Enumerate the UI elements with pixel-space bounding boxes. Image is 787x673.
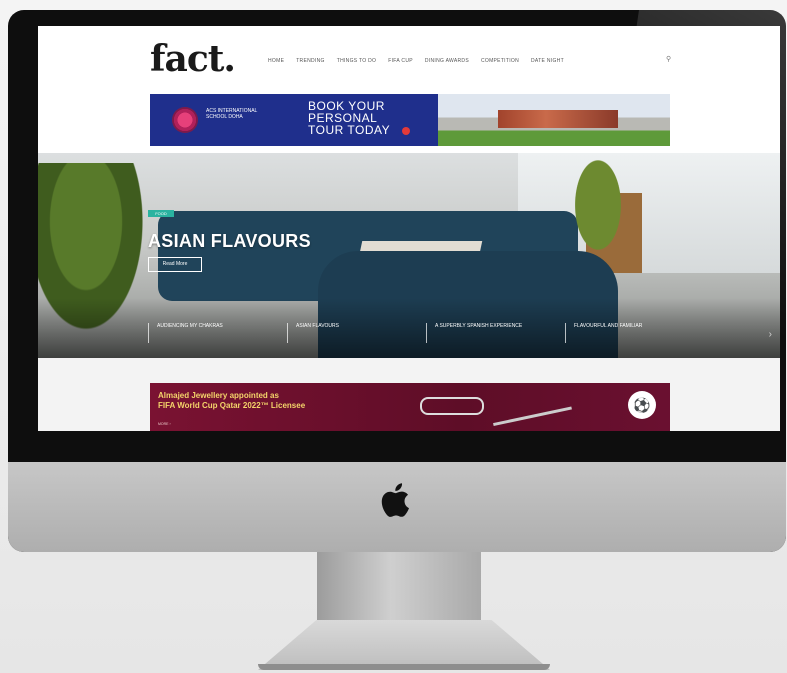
chevron-right-icon[interactable]: ›: [769, 329, 772, 340]
jewellery-ad[interactable]: Almajed Jewellery appointed as FIFA Worl…: [150, 382, 670, 431]
monitor-stand-neck: [317, 552, 481, 624]
ad-jewellery-image: [420, 397, 484, 415]
site-logo[interactable]: fact.: [150, 38, 236, 80]
ad-building: [498, 110, 618, 128]
nav-home[interactable]: HOME: [268, 58, 284, 64]
apple-icon: [381, 483, 409, 517]
hero-title[interactable]: ASIAN FLAVOURS: [148, 231, 311, 252]
slide-item[interactable]: AUDIENCING MY CHAKRAS: [148, 323, 287, 343]
slide-item[interactable]: ASIAN FLAVOURS: [287, 323, 426, 343]
nav-competition[interactable]: COMPETITION: [481, 58, 519, 64]
nav-date-night[interactable]: DATE NIGHT: [531, 58, 564, 64]
site-header: fact. HOME TRENDING THINGS TO DO FIFA CU…: [38, 26, 780, 86]
fifa-emblem-icon: ⚽: [628, 391, 656, 419]
hero-category-tag[interactable]: FOOD: [148, 210, 174, 217]
content-area: Almajed Jewellery appointed as FIFA Worl…: [38, 358, 780, 431]
hero-slider: FOOD ASIAN FLAVOURS Read More AUDIENCING…: [38, 153, 780, 358]
nav-fifa-cup[interactable]: FIFA CUP: [388, 58, 413, 64]
nav-dining-awards[interactable]: DINING AWARDS: [425, 58, 469, 64]
school-crest-icon: [172, 107, 198, 133]
ad-headline-line: Almajed Jewellery appointed as: [158, 391, 279, 400]
ad-watch-image: [488, 382, 572, 427]
ad-school-name: ACS INTERNATIONAL SCHOOL DOHA: [206, 108, 258, 120]
nav-things-to-do[interactable]: THINGS TO DO: [337, 58, 377, 64]
main-nav: HOME TRENDING THINGS TO DO FIFA CUP DINI…: [268, 58, 564, 64]
search-icon[interactable]: ⚲: [666, 56, 674, 64]
monitor-stand-edge: [258, 664, 550, 670]
read-more-button[interactable]: Read More: [148, 257, 202, 272]
hero-slide-list: AUDIENCING MY CHAKRAS ASIAN FLAVOURS A S…: [148, 323, 704, 343]
nav-trending[interactable]: TRENDING: [296, 58, 325, 64]
school-tour-ad[interactable]: ACS INTERNATIONAL SCHOOL DOHA BOOK YOUR …: [150, 94, 670, 146]
ad-headline: Almajed Jewellery appointed as FIFA Worl…: [158, 391, 305, 411]
ad-more-link[interactable]: MORE ›: [158, 422, 171, 426]
slide-item[interactable]: A SUPERBLY SPANISH EXPERIENCE: [426, 323, 565, 343]
website-screen: fact. HOME TRENDING THINGS TO DO FIFA CU…: [38, 26, 780, 431]
ad-headline: BOOK YOUR PERSONAL TOUR TODAY: [308, 99, 391, 137]
ad-school-photo: [438, 94, 670, 146]
slide-item[interactable]: FLAVOURFUL AND FAMILIAR: [565, 323, 704, 343]
ad-arrow-icon: [402, 127, 410, 135]
ad-headline-line: FIFA World Cup Qatar 2022™ Licensee: [158, 401, 306, 410]
hero-plant-right: [558, 153, 638, 283]
